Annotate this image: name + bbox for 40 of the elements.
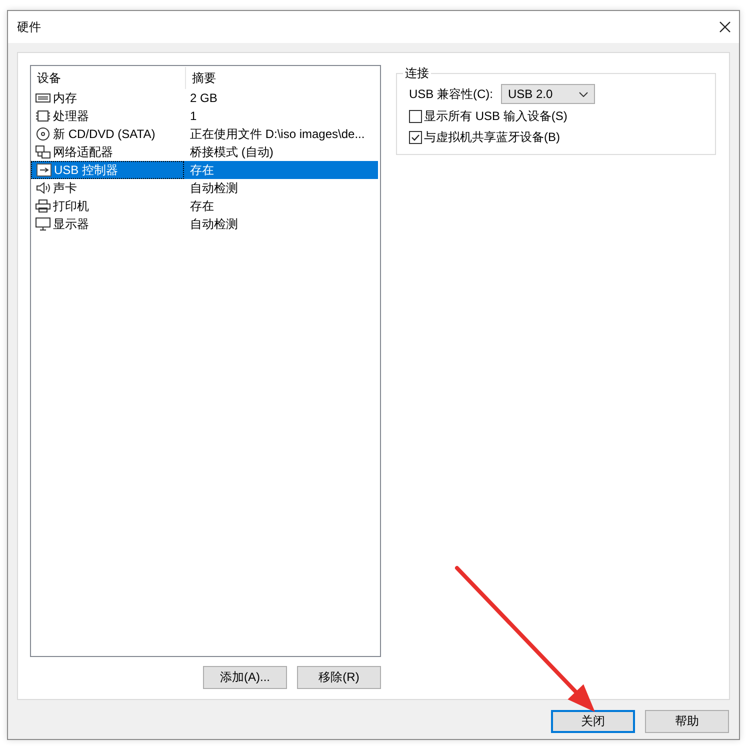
summary-cell-text: 正在使用文件 D:\iso images\de... [189,126,366,143]
speaker-icon [35,181,51,195]
network-icon [35,145,51,159]
close-icon[interactable] [719,21,731,33]
remove-button[interactable]: 移除(R) [297,666,381,689]
device-item[interactable]: 声卡 [31,179,184,197]
close-button[interactable]: 关闭 [551,710,635,733]
device-item[interactable]: 内存 [31,89,184,107]
device-item[interactable]: 网络适配器 [31,143,184,161]
memory-icon [35,91,51,105]
window-title: 硬件 [17,18,41,36]
device-item[interactable]: 处理器 [31,107,184,125]
checkbox[interactable] [409,131,422,144]
device-item[interactable]: 显示器 [31,215,184,233]
help-button[interactable]: 帮助 [645,710,729,733]
chip-icon [35,109,51,123]
summary-cell-text: 1 [189,108,198,125]
chevron-down-icon [579,92,588,96]
disc-icon [35,127,51,141]
monitor-icon [35,217,51,231]
printer-icon [35,199,51,213]
usb-icon [36,163,52,177]
summary-cell-text: 2 GB [189,90,218,107]
summary-cell-text: 自动检测 [189,180,239,197]
summary-cell-text: 桥接模式 (自动) [189,144,274,161]
device-item[interactable]: USB 控制器 [31,161,184,179]
checkbox-option[interactable]: 显示所有 USB 输入设备(S) [409,108,707,125]
device-item[interactable]: 新 CD/DVD (SATA) [31,125,184,143]
column-header[interactable]: 摘要 [186,67,376,89]
summary-cell-text: 自动检测 [189,216,239,233]
group-title: 连接 [404,65,430,82]
checkbox[interactable] [409,110,422,123]
summary-cell-text: 存在 [189,198,215,215]
column-header[interactable]: 设备 [31,67,186,89]
device-item[interactable]: 打印机 [31,197,184,215]
summary-cell: 存在 [184,161,378,179]
compat-dropdown[interactable]: USB 2.0 [501,84,595,104]
compat-label: USB 兼容性(C): [409,86,493,102]
add-button[interactable]: 添加(A)... [203,666,287,689]
checkbox-option[interactable]: 与虚拟机共享蓝牙设备(B) [409,129,707,146]
